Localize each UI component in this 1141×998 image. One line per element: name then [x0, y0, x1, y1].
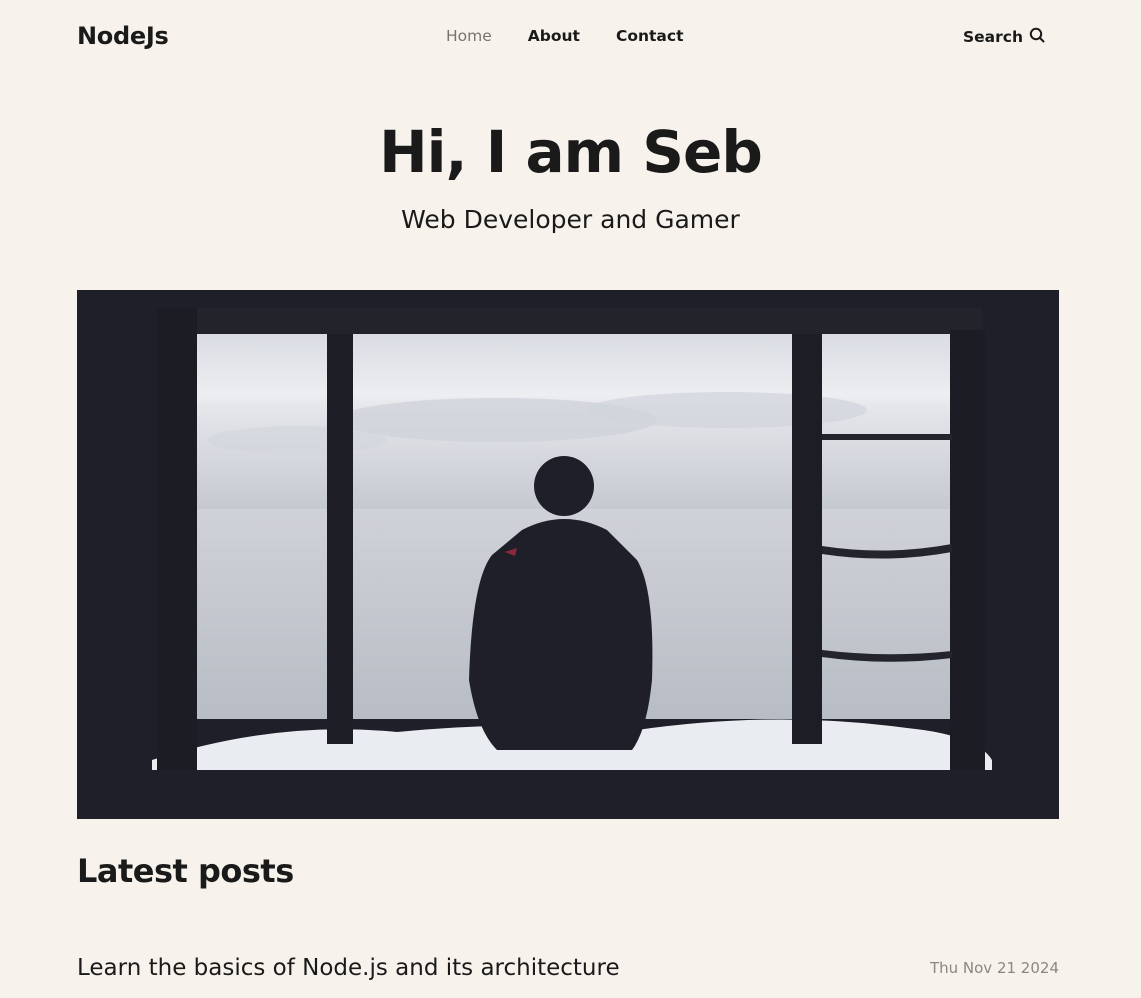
- search-label: Search: [962, 28, 1023, 46]
- hero-subtitle: Web Developer and Gamer: [401, 205, 740, 234]
- nav-contact-link[interactable]: Contact: [616, 27, 684, 45]
- post-title-link[interactable]: Learn the basics of Node.js and its arch…: [77, 955, 620, 981]
- nav-about-link[interactable]: About: [528, 27, 580, 45]
- nav-home-link[interactable]: Home: [446, 27, 492, 45]
- site-logo[interactable]: NodeJs: [77, 22, 169, 50]
- hero-section: Hi, I am Seb Web Developer and Gamer: [0, 112, 1141, 238]
- page: NodeJs Home About Contact Search Hi, I a…: [0, 0, 1141, 998]
- post-date: Thu Nov 21 2024: [929, 959, 1059, 977]
- post-list-item: Learn the basics of Node.js and its arch…: [77, 950, 1059, 986]
- hero-title: Hi, I am Seb: [379, 118, 763, 186]
- window-silhouette-illustration: [77, 290, 1059, 819]
- hero-image: [77, 290, 1059, 819]
- latest-posts-heading: Latest posts: [77, 852, 294, 890]
- site-header: NodeJs Home About Contact Search: [77, 18, 1059, 58]
- main-nav: Home About Contact: [446, 27, 720, 45]
- search-icon: [1029, 27, 1045, 47]
- search-button[interactable]: Search: [963, 27, 1045, 47]
